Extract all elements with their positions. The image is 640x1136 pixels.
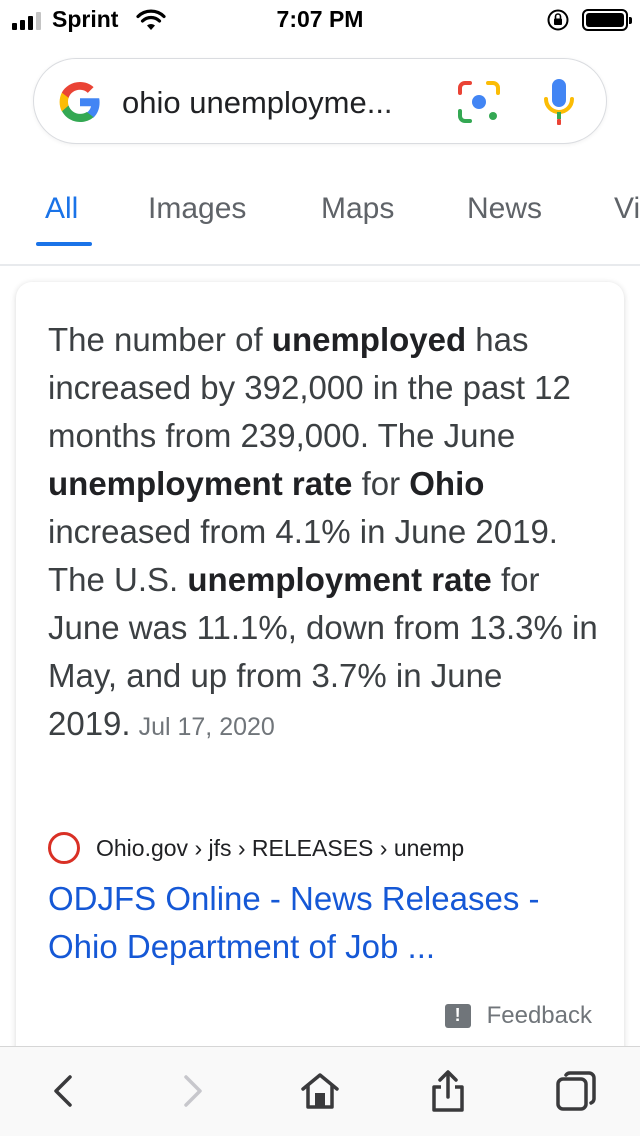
tab-all[interactable]: All bbox=[45, 192, 78, 226]
back-icon[interactable] bbox=[42, 1069, 86, 1113]
share-icon[interactable] bbox=[426, 1069, 470, 1113]
forward-icon[interactable] bbox=[170, 1069, 214, 1113]
status-bar: Sprint 7:07 PM bbox=[0, 0, 640, 40]
home-icon[interactable] bbox=[298, 1069, 342, 1113]
snippet-bold-text: unemployed bbox=[271, 321, 467, 358]
active-tab-indicator bbox=[36, 242, 92, 246]
clock: 7:07 PM bbox=[276, 6, 364, 32]
feedback-label: Feedback bbox=[486, 1002, 592, 1029]
search-bar[interactable] bbox=[33, 58, 607, 144]
battery-icon bbox=[582, 9, 632, 31]
site-favicon-icon bbox=[48, 832, 80, 864]
tab-images[interactable]: Images bbox=[148, 192, 246, 226]
snippet-bold-text: unemployment rate bbox=[48, 465, 353, 502]
tabs-divider bbox=[0, 264, 640, 266]
featured-snippet-text: The number of unemployed has increased b… bbox=[48, 316, 608, 751]
featured-snippet-card: The number of unemployed has increased b… bbox=[16, 282, 624, 1062]
search-tabs: All Images Maps News Vi bbox=[0, 180, 640, 246]
browser-toolbar bbox=[0, 1046, 640, 1136]
feedback-icon: ! bbox=[444, 1004, 471, 1028]
tab-maps[interactable]: Maps bbox=[321, 192, 394, 226]
snippet-text: The number of bbox=[48, 321, 272, 358]
feedback-button[interactable]: ! Feedback bbox=[444, 1002, 592, 1030]
result-title-link[interactable]: ODJFS Online - News Releases - Ohio Depa… bbox=[48, 875, 608, 971]
snippet-text: for bbox=[352, 465, 410, 502]
tab-news[interactable]: News bbox=[467, 192, 542, 226]
tab-videos[interactable]: Vi bbox=[614, 192, 640, 226]
snippet-bold-text: Ohio bbox=[409, 465, 485, 502]
snippet-bold-text: unemployment rate bbox=[187, 561, 492, 598]
result-source[interactable]: Ohio.gov › jfs › RELEASES › unemp bbox=[48, 832, 464, 864]
result-breadcrumb[interactable]: Ohio.gov › jfs › RELEASES › unemp bbox=[96, 835, 464, 862]
lens-icon[interactable] bbox=[456, 79, 502, 125]
google-logo-icon[interactable] bbox=[56, 78, 104, 126]
snippet-date: Jul 17, 2020 bbox=[138, 713, 275, 741]
tabs-icon[interactable] bbox=[554, 1069, 598, 1113]
orientation-lock-icon bbox=[547, 9, 569, 31]
search-input[interactable] bbox=[122, 81, 452, 125]
mic-icon[interactable] bbox=[542, 77, 576, 127]
